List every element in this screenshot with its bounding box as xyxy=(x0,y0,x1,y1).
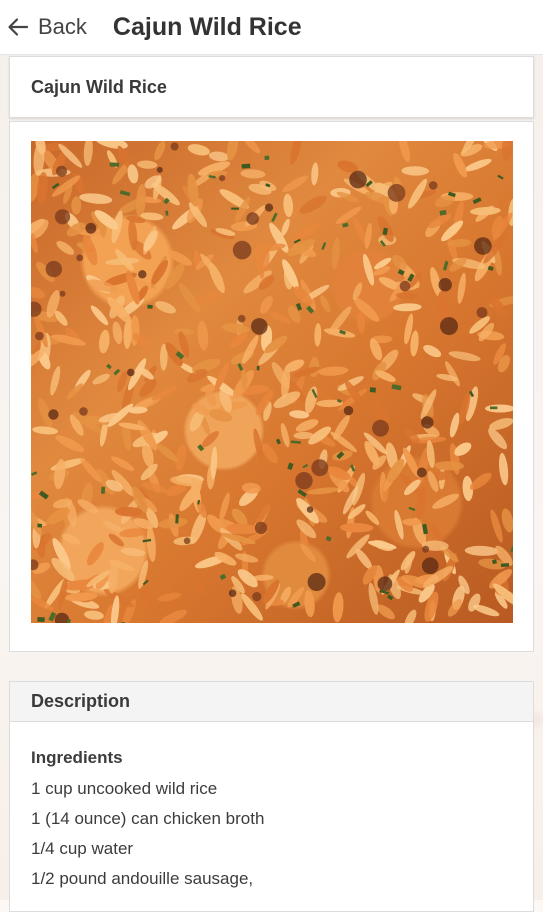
recipe-photo xyxy=(31,141,513,623)
app-bar: Back Cajun Wild Rice xyxy=(0,0,543,55)
ingredient-line: 1 (14 ounce) can chicken broth xyxy=(31,809,265,828)
recipe-title: Cajun Wild Rice xyxy=(31,76,167,97)
recipe-image-card xyxy=(9,121,534,652)
recipe-title-card: Cajun Wild Rice xyxy=(9,56,534,118)
ingredient-line: 1/2 pound andouille sausage, xyxy=(31,869,254,888)
back-label: Back xyxy=(38,14,87,39)
description-body: Ingredients 1 cup uncooked wild rice 1 (… xyxy=(9,722,534,912)
ingredient-line: 1 cup uncooked wild rice xyxy=(31,779,218,798)
page-title: Cajun Wild Rice xyxy=(112,12,302,41)
description-section-header: Description xyxy=(9,681,534,722)
back-button[interactable]: Back xyxy=(0,0,101,55)
ingredients-heading: Ingredients xyxy=(31,748,123,767)
ingredient-line: 1/4 cup water xyxy=(31,839,134,858)
description-heading: Description xyxy=(31,691,131,711)
arrow-left-icon xyxy=(6,15,30,39)
